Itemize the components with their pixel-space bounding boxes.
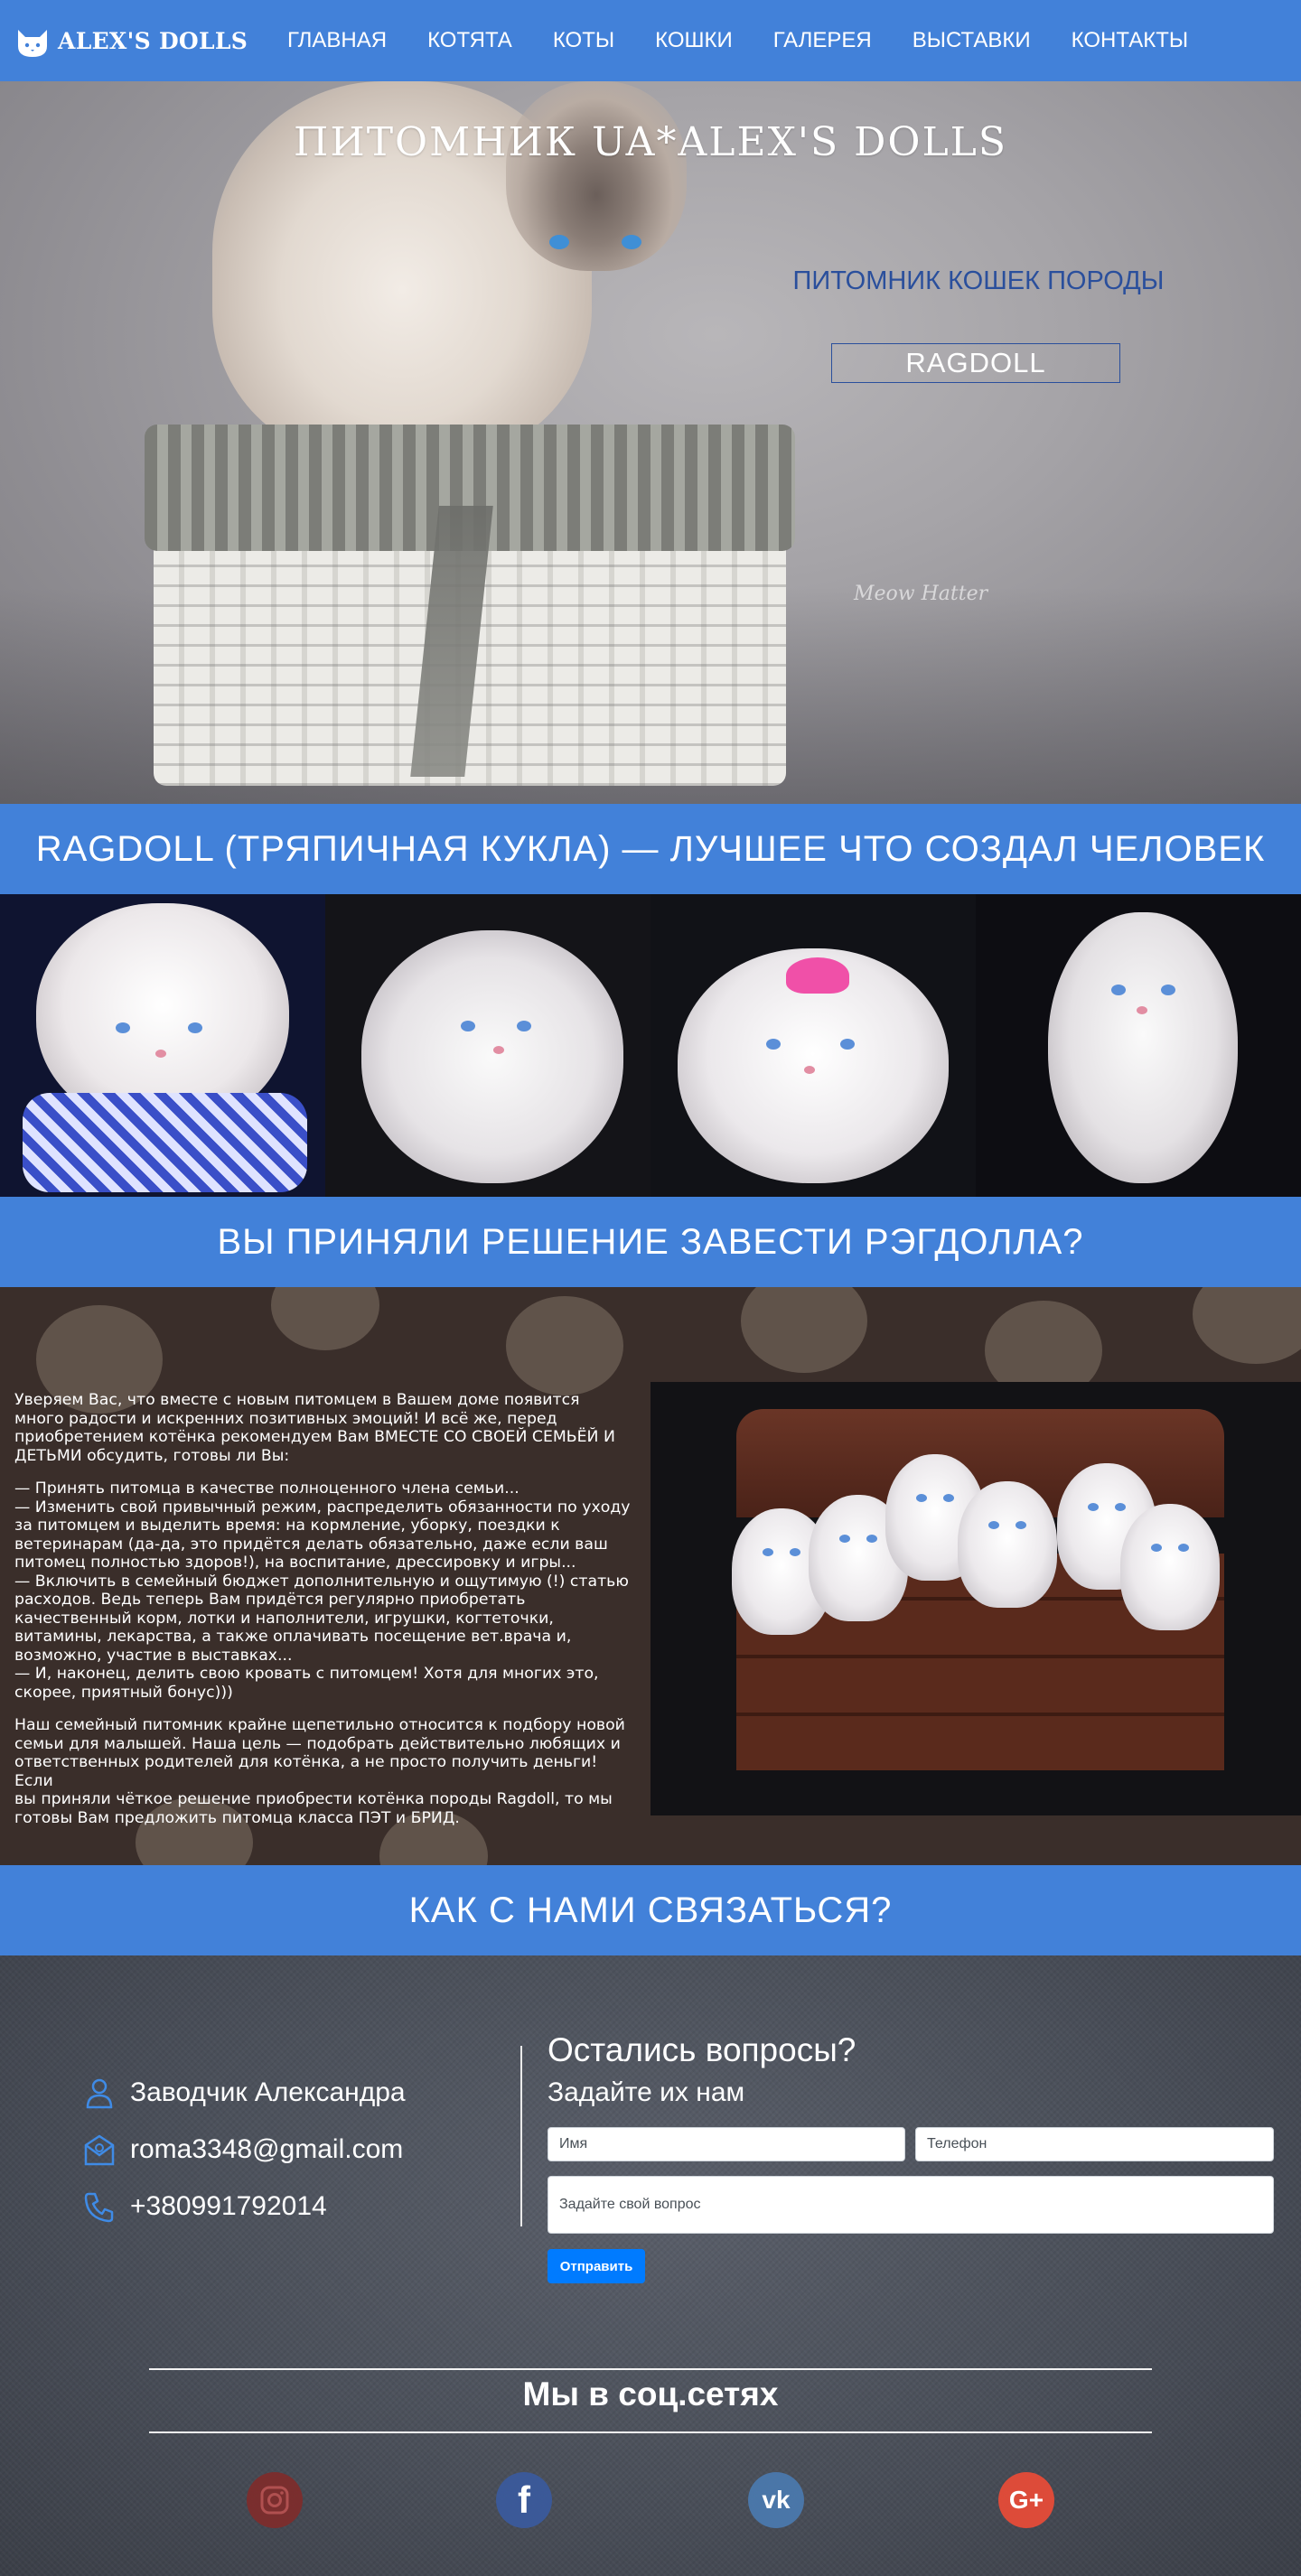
- name-input[interactable]: Имя: [548, 2127, 905, 2161]
- decision-paragraph: Наш семейный питомник крайне щепетильно …: [14, 1716, 625, 1827]
- cat-eye: [622, 235, 641, 249]
- google-plus-icon[interactable]: G+: [998, 2472, 1054, 2528]
- kitten-photo-crown[interactable]: [650, 894, 976, 1197]
- main-nav: ГЛАВНАЯ КОТЯТА КОТЫ КОШКИ ГАЛЕРЕЯ ВЫСТАВ…: [287, 0, 1229, 81]
- contact-phone: +380991792014: [81, 2178, 406, 2235]
- kitten-eye: [1111, 985, 1126, 995]
- kittens-in-chest-photo: [650, 1382, 1301, 1815]
- decision-heading: ВЫ ПРИНЯЛИ РЕШЕНИЕ ЗАВЕСТИ РЭГДОЛЛА?: [0, 1197, 1301, 1287]
- kitten-eye: [1178, 1544, 1189, 1552]
- phone-placeholder: Телефон: [927, 2136, 987, 2151]
- email-link[interactable]: roma3348@gmail.com: [130, 2134, 403, 2165]
- pink-crown-image: [786, 957, 849, 994]
- kitten-nose: [804, 1066, 815, 1074]
- kitten-image: [1120, 1504, 1220, 1630]
- logo-text: ALEX'S DOLLS: [58, 27, 248, 54]
- kitten-photo-playing[interactable]: [325, 894, 650, 1197]
- cat-logo-icon: [18, 30, 47, 57]
- social-title: Мы в соц.сетях: [522, 2375, 779, 2413]
- contact-breeder: Заводчик Александра: [81, 2064, 406, 2121]
- hero-subtitle: ПИТОМНИК КОШЕК ПОРОДЫ: [792, 266, 1165, 295]
- paw-print-decoration: [271, 1287, 379, 1350]
- paw-print-decoration: [741, 1287, 867, 1373]
- nav-item-gallery[interactable]: ГАЛЕРЕЯ: [773, 28, 872, 53]
- kitten-image: [958, 1481, 1057, 1608]
- kitten-eye: [839, 1535, 850, 1543]
- hero-breed-badge: RAGDOLL: [831, 343, 1120, 383]
- kitten-fur: [361, 930, 623, 1183]
- decision-paragraph: Уверяем Вас, что вместе с новым питомцем…: [14, 1391, 615, 1465]
- kitten-eye: [943, 1494, 954, 1502]
- contact-email: roma3348@gmail.com: [81, 2121, 406, 2178]
- bowtie-image: [23, 1093, 307, 1192]
- nav-item-main[interactable]: ГЛАВНАЯ: [287, 28, 387, 53]
- kitten-eye: [188, 1022, 202, 1033]
- decision-text: Уверяем Вас, что вместе с новым питомцем…: [14, 1391, 638, 1842]
- kitten-eye: [517, 1021, 531, 1031]
- kitten-eye: [1088, 1503, 1099, 1511]
- vk-icon[interactable]: vk: [748, 2472, 804, 2528]
- nav-item-shows[interactable]: ВЫСТАВКИ: [913, 28, 1031, 53]
- paw-print-decoration: [1193, 1287, 1301, 1364]
- name-placeholder: Имя: [559, 2136, 588, 2151]
- phone-icon: [84, 2192, 114, 2222]
- kitten-nose: [1137, 1006, 1147, 1014]
- contact-divider: [520, 2046, 522, 2226]
- hero-section: ПИТОМНИК UA*ALEX'S DOLLS ПИТОМНИК КОШЕК …: [0, 81, 1301, 804]
- site-header: ALEX'S DOLLS ГЛАВНАЯ КОТЯТА КОТЫ КОШКИ Г…: [0, 0, 1301, 81]
- hero-title: ПИТОМНИК UA*ALEX'S DOLLS: [293, 119, 1008, 165]
- decision-section: Уверяем Вас, что вместе с новым питомцем…: [0, 1287, 1301, 1865]
- nav-item-males[interactable]: КОТЫ: [553, 28, 614, 53]
- kitten-eye: [1161, 985, 1175, 995]
- hero-cat-head: [506, 81, 687, 271]
- user-icon: [86, 2078, 113, 2108]
- cat-eye: [549, 235, 569, 249]
- phone-link[interactable]: +380991792014: [130, 2191, 327, 2222]
- contact-heading: КАК С НАМИ СВЯЗАТЬСЯ?: [0, 1865, 1301, 1955]
- kitten-eye: [116, 1022, 130, 1033]
- phone-input[interactable]: Телефон: [915, 2127, 1274, 2161]
- kitten-eye: [916, 1494, 927, 1502]
- nav-item-females[interactable]: КОШКИ: [655, 28, 733, 53]
- facebook-icon[interactable]: f: [496, 2472, 552, 2528]
- kitten-eye: [1115, 1503, 1126, 1511]
- form-subtitle: Задайте их нам: [548, 2077, 745, 2107]
- kitten-nose: [155, 1050, 166, 1058]
- site-logo[interactable]: ALEX'S DOLLS: [14, 22, 248, 60]
- kitten-eye: [461, 1021, 475, 1031]
- kitten-nose: [493, 1046, 504, 1054]
- social-icons: f vk G+: [0, 2472, 1301, 2528]
- kitten-photo-strip: [0, 894, 1301, 1197]
- contact-section: Заводчик Александра roma3348@gmail.com +…: [0, 1955, 1301, 2576]
- social-divider-bottom: [149, 2431, 1152, 2433]
- kitten-eye: [988, 1521, 999, 1529]
- kitten-eye: [840, 1039, 855, 1050]
- kitten-eye: [1016, 1521, 1026, 1529]
- breeder-name: Заводчик Александра: [130, 2077, 406, 2107]
- kitten-eye: [1151, 1544, 1162, 1552]
- basket-image: [145, 425, 795, 786]
- instagram-icon[interactable]: [247, 2472, 303, 2528]
- kitten-photo-bowtie[interactable]: [0, 894, 325, 1197]
- kitten-eye: [766, 1039, 781, 1050]
- kitten-eye: [790, 1548, 800, 1556]
- form-title: Остались вопросы?: [548, 2031, 856, 2068]
- photographer-signature: Meow Hatter: [854, 583, 988, 605]
- kitten-eye: [866, 1535, 877, 1543]
- kitten-photo-sitting[interactable]: [976, 894, 1301, 1197]
- decision-paragraph: — Принять питомца в качестве полноценног…: [14, 1479, 631, 1702]
- mail-icon: [84, 2133, 115, 2165]
- nav-item-kittens[interactable]: КОТЯТА: [427, 28, 512, 53]
- breed-heading: RAGDOLL (ТРЯПИЧНАЯ КУКЛА) — ЛУЧШЕЕ ЧТО С…: [0, 804, 1301, 894]
- nav-item-contacts[interactable]: КОНТАКТЫ: [1072, 28, 1188, 53]
- submit-button[interactable]: Отправить: [548, 2249, 645, 2283]
- kitten-fur: [1048, 912, 1238, 1183]
- kitten-eye: [763, 1548, 773, 1556]
- question-placeholder: Задайте свой вопрос: [559, 2197, 701, 2212]
- social-divider-top: [149, 2368, 1152, 2370]
- question-textarea[interactable]: Задайте свой вопрос: [548, 2176, 1274, 2234]
- paw-print-decoration: [506, 1296, 623, 1395]
- contact-info: Заводчик Александра roma3348@gmail.com +…: [81, 2064, 406, 2235]
